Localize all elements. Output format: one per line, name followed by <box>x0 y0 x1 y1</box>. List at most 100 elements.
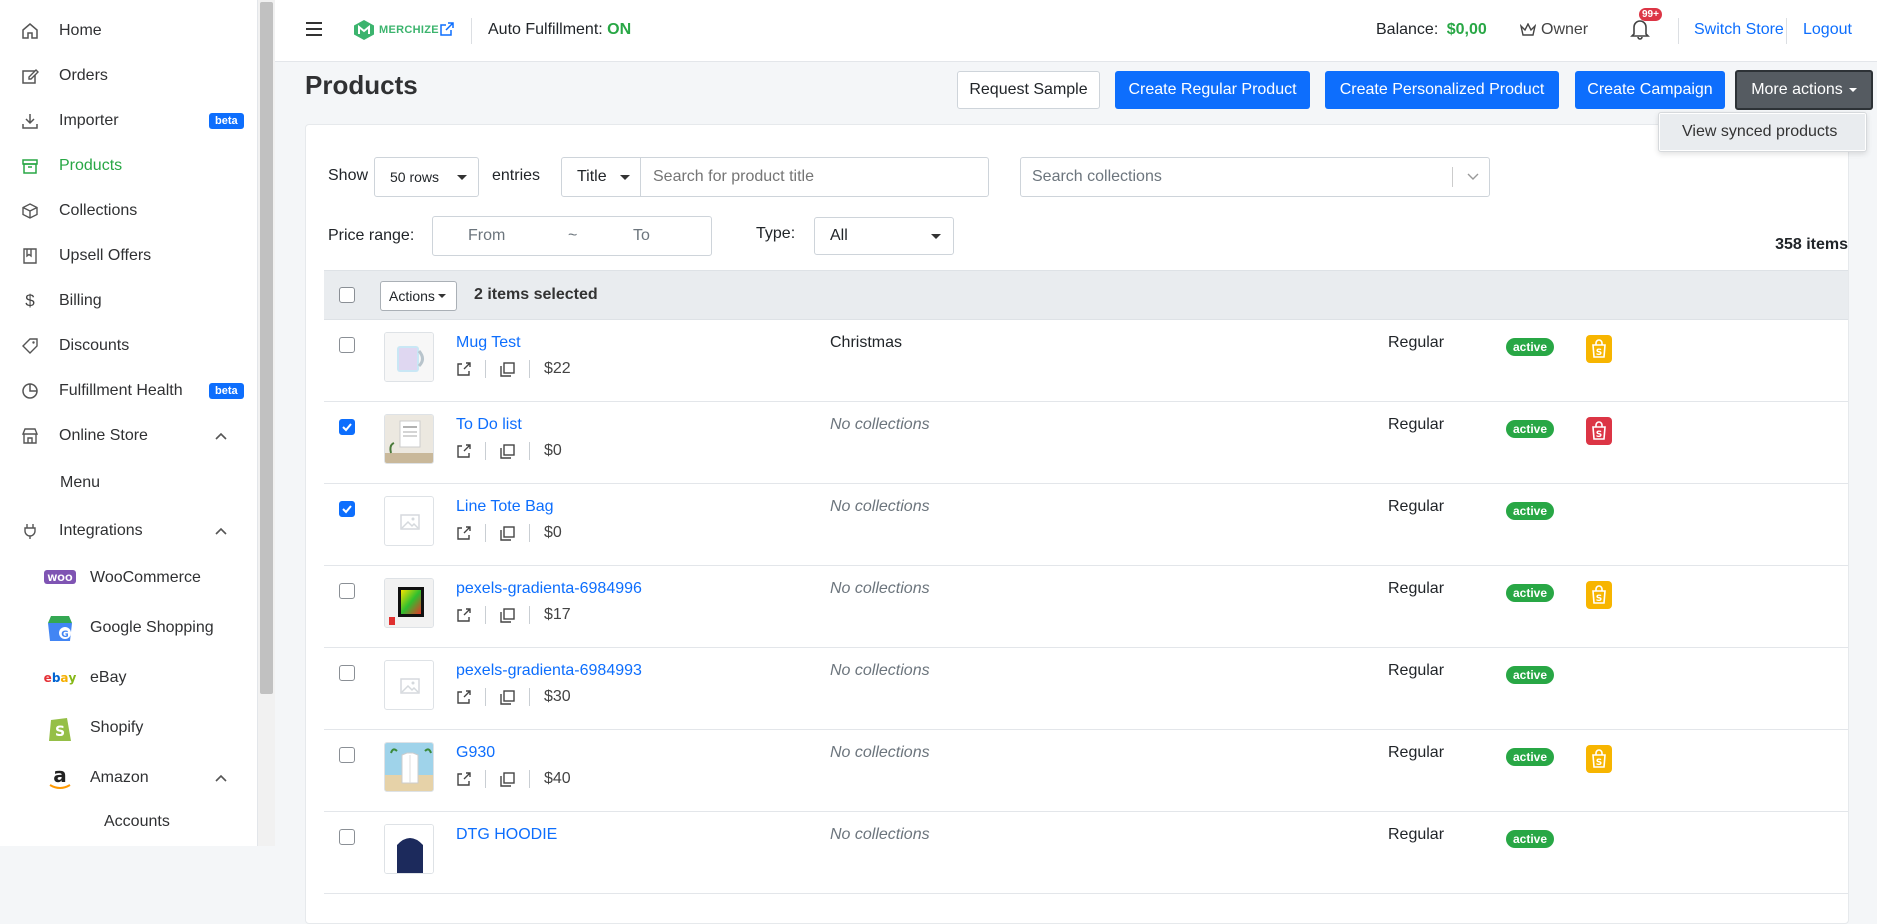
tag-icon <box>20 336 40 356</box>
selected-count: 2 items selected <box>474 286 598 303</box>
product-thumbnail[interactable] <box>384 332 434 382</box>
row-checkbox[interactable] <box>339 747 355 763</box>
product-name-link[interactable]: G930 <box>456 744 495 762</box>
product-thumbnail-placeholder[interactable] <box>384 660 434 710</box>
sidebar-item-label: Accounts <box>104 813 170 830</box>
divider <box>1678 18 1679 44</box>
edit-external-icon[interactable] <box>456 607 471 623</box>
create-campaign-button[interactable]: Create Campaign <box>1575 71 1725 109</box>
create-regular-product-button[interactable]: Create Regular Product <box>1115 71 1310 109</box>
auto-fulfillment-value: ON <box>607 21 632 38</box>
search-field-select[interactable]: Title <box>561 157 641 197</box>
table-row[interactable]: To Do list $0 No collections Regular act… <box>324 402 1848 484</box>
row-checkbox[interactable] <box>339 829 355 845</box>
sidebar-item-orders[interactable]: Orders <box>0 58 257 94</box>
edit-external-icon[interactable] <box>456 525 471 541</box>
sidebar-item-upsell[interactable]: Upsell Offers <box>0 238 257 274</box>
row-checkbox[interactable] <box>339 665 355 681</box>
duplicate-icon[interactable] <box>500 361 515 377</box>
switch-store-link[interactable]: Switch Store <box>1694 21 1784 39</box>
logout-link[interactable]: Logout <box>1803 21 1852 39</box>
shopify-sync-icon[interactable]: S <box>1586 335 1612 363</box>
product-thumbnail[interactable] <box>384 414 434 464</box>
price-to-placeholder[interactable]: To <box>633 227 650 245</box>
product-title-search-input[interactable] <box>640 157 989 197</box>
sidebar: Home Orders Importer beta Products Colle… <box>0 0 258 846</box>
sidebar-item-shopify[interactable]: S Shopify <box>0 708 257 748</box>
sidebar-item-home[interactable]: Home <box>0 13 257 49</box>
chevron-up-icon[interactable] <box>214 771 228 785</box>
sidebar-item-woocommerce[interactable]: WOO WooCommerce <box>0 558 257 598</box>
type-select[interactable]: All <box>814 217 954 255</box>
sidebar-item-menu[interactable]: Menu <box>0 465 257 501</box>
duplicate-icon[interactable] <box>500 525 515 541</box>
scrollbar-thumb[interactable] <box>260 2 273 694</box>
request-sample-button[interactable]: Request Sample <box>957 71 1100 109</box>
duplicate-icon[interactable] <box>500 689 515 705</box>
sidebar-item-collections[interactable]: Collections <box>0 193 257 229</box>
row-checkbox[interactable] <box>339 419 355 435</box>
price-from-placeholder[interactable]: From <box>468 227 505 245</box>
edit-external-icon[interactable] <box>456 689 471 705</box>
select-all-checkbox[interactable] <box>339 287 355 303</box>
sidebar-item-google-shopping[interactable]: G Google Shopping <box>0 608 257 648</box>
row-checkbox[interactable] <box>339 583 355 599</box>
sidebar-item-billing[interactable]: $ Billing <box>0 283 257 319</box>
product-name-link[interactable]: To Do list <box>456 416 522 434</box>
sidebar-item-amazon[interactable]: a Amazon <box>0 758 257 798</box>
collections-search-select[interactable]: Search collections <box>1020 157 1490 197</box>
product-thumbnail-placeholder[interactable] <box>384 496 434 546</box>
shopify-sync-icon[interactable]: S <box>1586 745 1612 773</box>
edit-external-icon[interactable] <box>456 361 471 377</box>
rows-per-page-select[interactable]: 50 rows <box>374 157 479 197</box>
sidebar-scrollbar[interactable] <box>258 0 275 846</box>
product-price: $22 <box>544 360 571 377</box>
table-row[interactable]: Mug Test $22 Christmas Regular active S <box>324 320 1848 402</box>
external-link-icon[interactable] <box>440 22 454 36</box>
more-actions-button[interactable]: More actions <box>1735 70 1873 110</box>
table-row[interactable]: DTG HOODIE No collections Regular active <box>324 812 1848 894</box>
table-row[interactable]: Line Tote Bag $0 No collections Regular … <box>324 484 1848 566</box>
bulk-actions-button[interactable]: Actions <box>380 281 457 311</box>
merchize-logo[interactable]: MERCHIZE <box>353 19 439 41</box>
product-name-link[interactable]: Mug Test <box>456 334 521 352</box>
row-checkbox[interactable] <box>339 501 355 517</box>
role-label: Owner <box>1541 21 1589 38</box>
chevron-up-icon[interactable] <box>214 524 228 538</box>
hamburger-menu-icon[interactable] <box>306 22 322 36</box>
sidebar-item-importer[interactable]: Importer beta <box>0 103 257 139</box>
sidebar-item-ebay[interactable]: ebay eBay <box>0 658 257 698</box>
product-name-link[interactable]: pexels-gradienta-6984993 <box>456 662 642 680</box>
sidebar-item-accounts[interactable]: Accounts <box>0 802 257 842</box>
sidebar-item-online-store[interactable]: Online Store <box>0 418 257 454</box>
table-row[interactable]: G930 $40 No collections Regular active S <box>324 730 1848 812</box>
duplicate-icon[interactable] <box>500 607 515 623</box>
image-placeholder-icon <box>400 514 420 530</box>
sidebar-item-integrations[interactable]: Integrations <box>0 513 257 549</box>
edit-external-icon[interactable] <box>456 443 471 459</box>
price-range-input[interactable]: From ~ To <box>432 216 712 256</box>
product-type: Regular <box>1388 580 1445 597</box>
chevron-up-icon[interactable] <box>214 429 228 443</box>
product-thumbnail[interactable] <box>384 742 434 792</box>
table-row[interactable]: pexels-gradienta-6984993 $30 No collecti… <box>324 648 1848 730</box>
notifications-button[interactable]: 99+ <box>1630 8 1662 42</box>
row-checkbox[interactable] <box>339 337 355 353</box>
table-row[interactable]: pexels-gradienta-6984996 $17 No collecti… <box>324 566 1848 648</box>
shopify-sync-icon[interactable]: S <box>1586 581 1612 609</box>
svg-text:S: S <box>55 724 65 740</box>
product-thumbnail[interactable] <box>384 578 434 628</box>
edit-external-icon[interactable] <box>456 771 471 787</box>
sidebar-item-discounts[interactable]: Discounts <box>0 328 257 364</box>
product-name-link[interactable]: Line Tote Bag <box>456 498 554 516</box>
sidebar-item-products[interactable]: Products <box>0 148 257 184</box>
shopify-sync-error-icon[interactable]: S <box>1586 417 1612 445</box>
product-name-link[interactable]: pexels-gradienta-6984996 <box>456 580 642 598</box>
duplicate-icon[interactable] <box>500 771 515 787</box>
duplicate-icon[interactable] <box>500 443 515 459</box>
create-personalized-product-button[interactable]: Create Personalized Product <box>1325 71 1559 109</box>
product-thumbnail[interactable] <box>384 824 434 874</box>
sidebar-item-fulfillment-health[interactable]: Fulfillment Health beta <box>0 373 257 409</box>
view-synced-products-item[interactable]: View synced products <box>1660 114 1865 150</box>
product-name-link[interactable]: DTG HOODIE <box>456 826 557 844</box>
